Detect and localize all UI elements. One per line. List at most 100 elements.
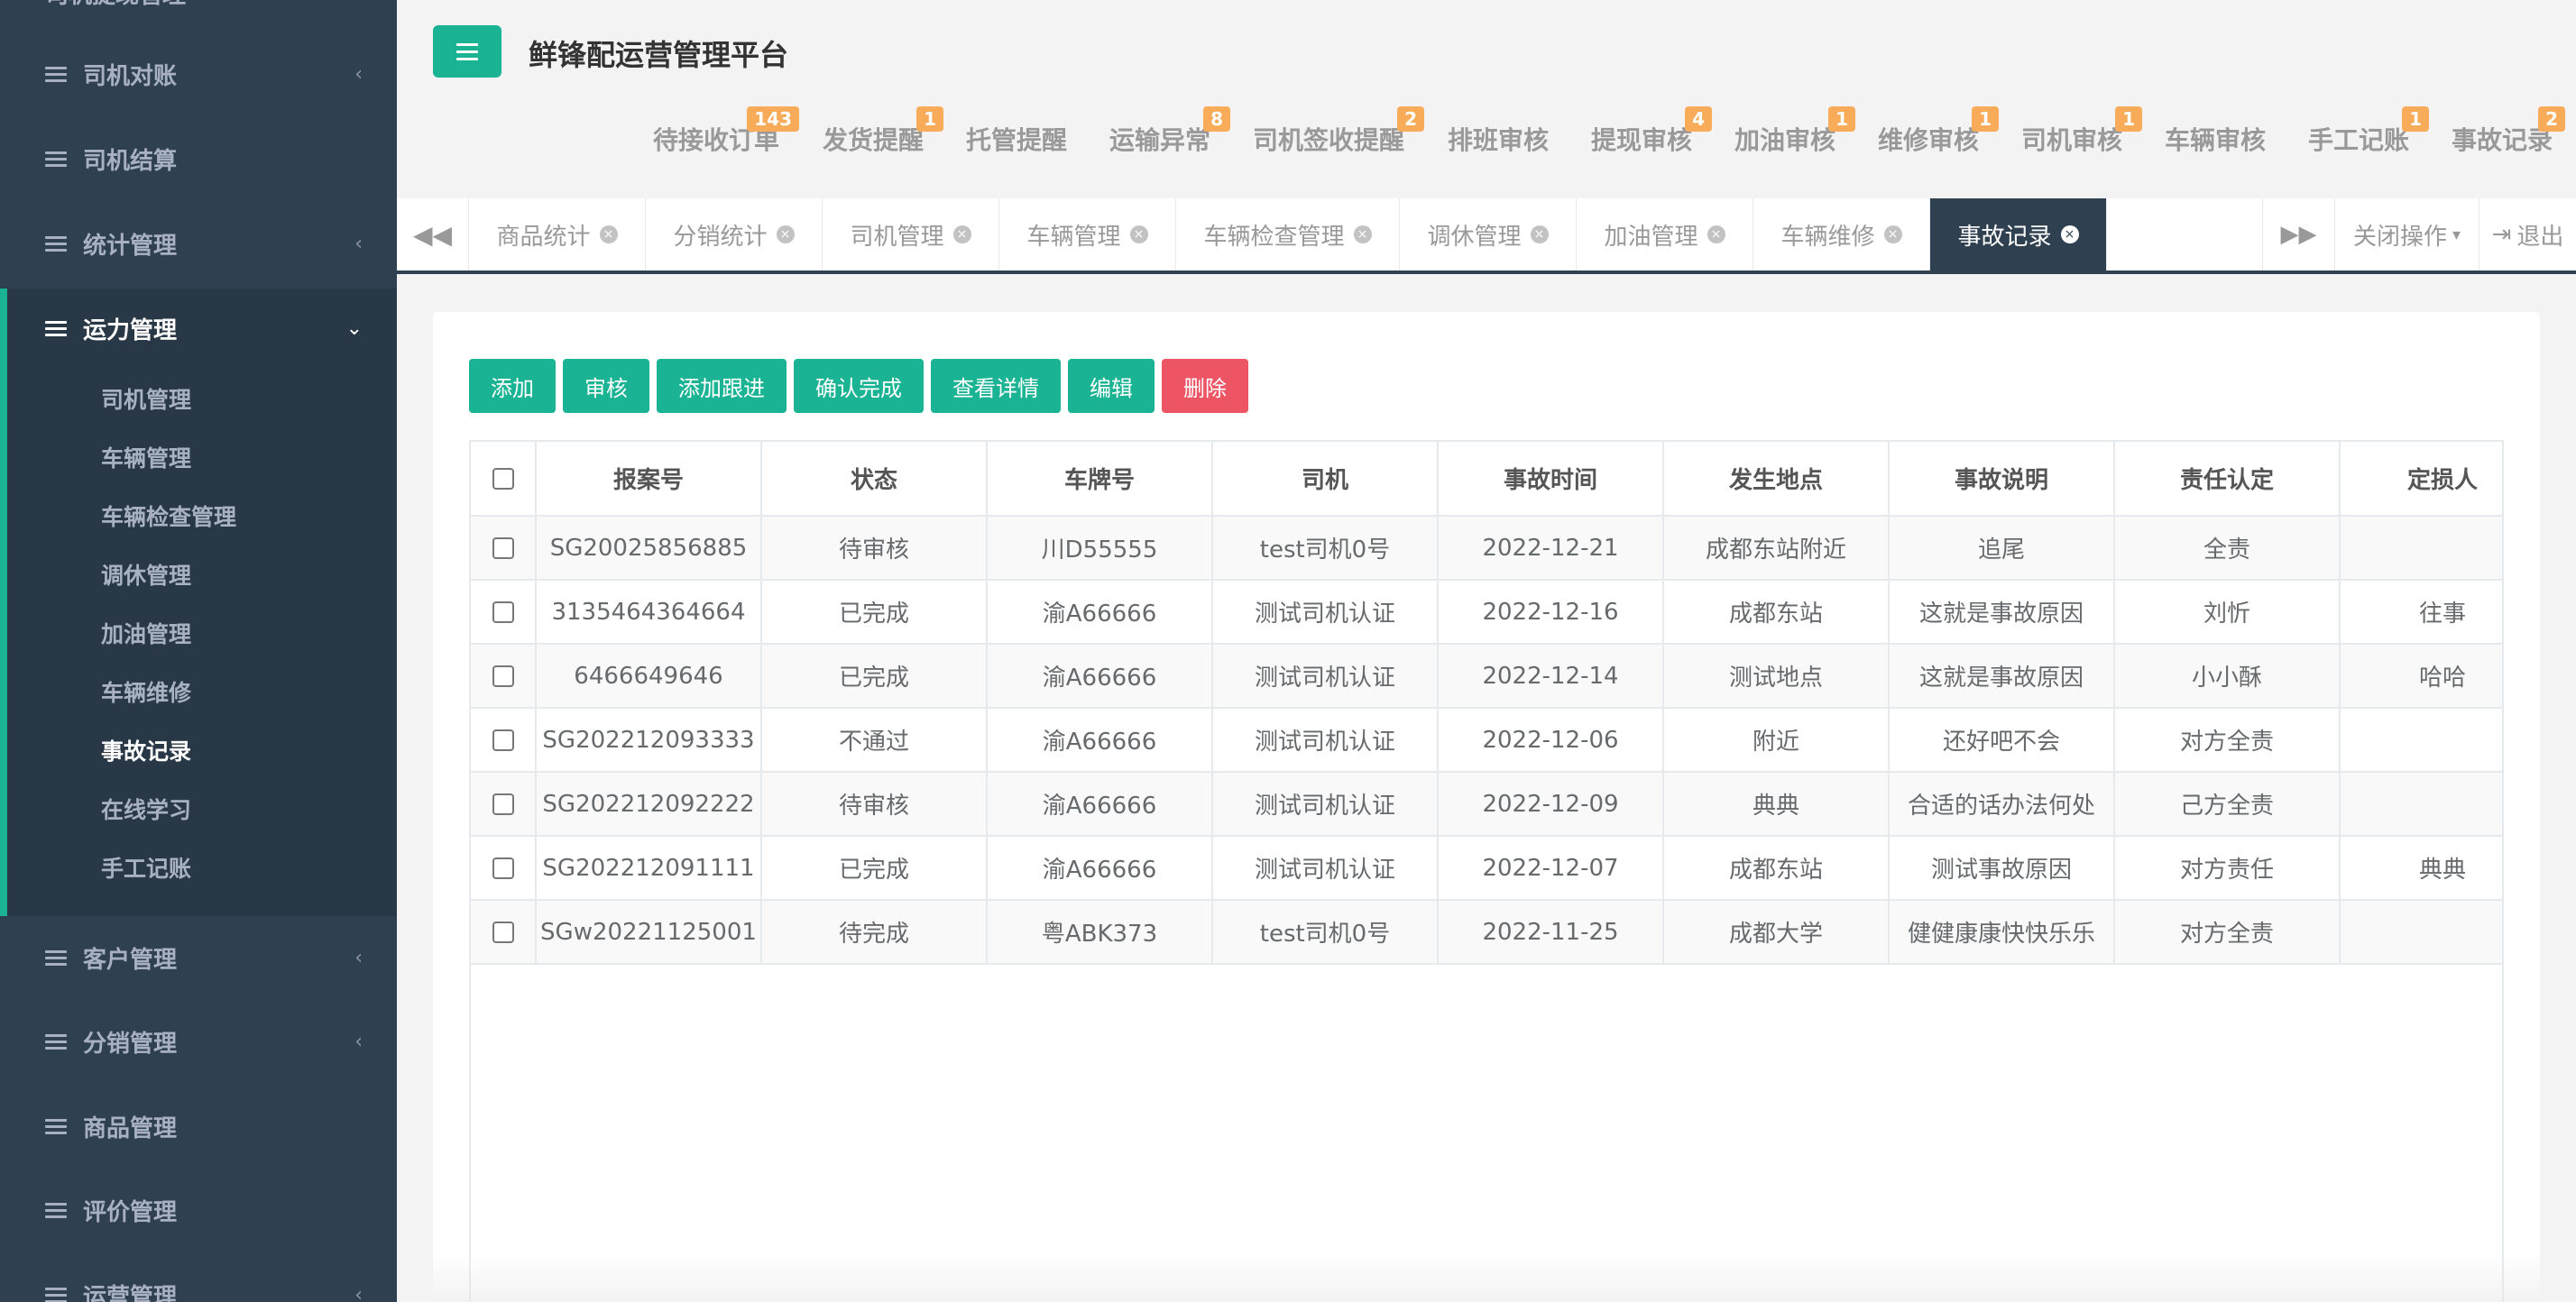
chevron-left-icon: ‹ — [354, 1030, 363, 1053]
select-all-checkbox[interactable] — [492, 468, 514, 490]
column-header[interactable]: 车牌号 — [987, 442, 1213, 517]
row-checkbox[interactable] — [492, 793, 514, 815]
column-header[interactable]: 报案号 — [536, 442, 762, 517]
notify-shipping[interactable]: 发货提醒 1 — [823, 106, 944, 157]
notify-manual-ledger[interactable]: 手工记账 1 — [2308, 106, 2430, 157]
column-header[interactable]: 责任认定 — [2114, 442, 2341, 517]
table-cell: 3135464364664 — [536, 580, 762, 645]
column-header[interactable]: 司机 — [1212, 442, 1439, 517]
notify-vehicle-audit[interactable]: 车辆审核 — [2165, 121, 2266, 157]
sidebar-subitem-learning[interactable]: 在线学习 — [101, 782, 191, 836]
table-row[interactable]: 3135464364664 已完成 渝A66666 测试司机认证 2022-12… — [471, 580, 2502, 645]
notify-transport-exception[interactable]: 运输异常 8 — [1109, 106, 1231, 157]
table-row[interactable]: SG202212091111 已完成 渝A66666 测试司机认证 2022-1… — [471, 836, 2502, 901]
column-header[interactable]: 状态 — [761, 442, 988, 517]
sidebar-subitem-manual-ledger[interactable]: 手工记账 — [101, 840, 191, 894]
column-header[interactable]: 事故说明 — [1889, 442, 2115, 517]
sidebar-toggle-button[interactable] — [433, 25, 501, 78]
row-checkbox[interactable] — [492, 601, 514, 623]
tab-vehicle-management[interactable]: 车辆管理 × — [999, 198, 1176, 270]
close-tab-icon[interactable]: × — [599, 225, 618, 243]
notify-driver-audit[interactable]: 司机审核 1 — [2021, 106, 2143, 157]
close-tab-icon[interactable]: × — [1129, 225, 1148, 243]
sidebar-item-customers[interactable]: 客户管理 ‹ — [0, 921, 397, 994]
column-header[interactable]: 发生地点 — [1663, 442, 1890, 517]
table-row[interactable]: 6466649646 已完成 渝A66666 测试司机认证 2022-12-14… — [471, 644, 2502, 709]
tab-accident-record[interactable]: 事故记录 × — [1930, 198, 2107, 270]
tab-driver-management[interactable]: 司机管理 × — [823, 198, 999, 270]
table-cell: 2022-12-09 — [1438, 772, 1664, 837]
notify-driver-signoff[interactable]: 司机签收提醒 2 — [1253, 106, 1425, 157]
column-header[interactable]: 定损人 — [2340, 442, 2502, 517]
table-cell: 2022-12-16 — [1438, 580, 1664, 645]
sidebar-item-statistics[interactable]: 统计管理 ‹ — [0, 207, 397, 280]
row-checkbox[interactable] — [492, 537, 514, 559]
column-header[interactable]: 事故时间 — [1438, 442, 1664, 517]
row-checkbox[interactable] — [492, 665, 514, 687]
notify-schedule-audit[interactable]: 排班审核 — [1448, 121, 1549, 157]
notify-custody[interactable]: 托管提醒 — [966, 121, 1067, 157]
close-tab-icon[interactable]: × — [1883, 225, 1902, 243]
sidebar-subitem-refuel[interactable]: 加油管理 — [101, 606, 191, 660]
table-row[interactable]: SG202212093333 不通过 渝A66666 测试司机认证 2022-1… — [471, 708, 2502, 773]
caret-down-icon: ▾ — [2452, 225, 2461, 244]
tab-refuel-management[interactable]: 加油管理 × — [1577, 198, 1753, 270]
count-badge: 2 — [2538, 106, 2566, 132]
add-button[interactable]: 添加 — [469, 359, 556, 413]
sidebar-subitem-leave[interactable]: 调休管理 — [101, 547, 191, 601]
count-badge: 1 — [1972, 106, 2000, 132]
logout-button[interactable]: ⇥ 退出 — [2479, 198, 2576, 270]
close-tab-icon[interactable]: × — [776, 225, 795, 243]
tab-distribution-stats[interactable]: 分销统计 × — [646, 198, 823, 270]
table-cell — [2340, 708, 2502, 773]
delete-button[interactable]: 删除 — [1162, 359, 1248, 413]
table-cell: 这就是事故原因 — [1889, 644, 2115, 709]
table-row[interactable]: SG20025856885 待审核 川D55555 test司机0号 2022-… — [471, 516, 2502, 581]
tab-vehicle-repair[interactable]: 车辆维修 × — [1753, 198, 1930, 270]
sidebar-subitem-accident[interactable]: 事故记录 — [101, 723, 191, 777]
close-operations-dropdown[interactable]: 关闭操作 ▾ — [2334, 198, 2479, 270]
tab-vehicle-check[interactable]: 车辆检查管理 × — [1176, 198, 1400, 270]
tab-leave-management[interactable]: 调休管理 × — [1400, 198, 1577, 270]
sidebar-subitem-vehicle-check[interactable]: 车辆检查管理 — [101, 489, 236, 543]
sidebar-item-label: 评价管理 — [83, 1198, 178, 1226]
notify-withdraw-audit[interactable]: 提现审核 4 — [1591, 106, 1713, 157]
sidebar-subitem-repair[interactable]: 车辆维修 — [101, 665, 191, 719]
tab-scroll-left-button[interactable]: ◀◀ — [397, 198, 469, 270]
notify-refuel-audit[interactable]: 加油审核 1 — [1734, 106, 1856, 157]
table-row[interactable]: SGw20221125001 待完成 粤ABK373 test司机0号 2022… — [471, 900, 2502, 965]
sidebar-item-products[interactable]: 商品管理 — [0, 1090, 397, 1162]
tab-scroll-right-button[interactable]: ▶▶ — [2262, 198, 2334, 270]
close-tab-icon[interactable]: × — [1353, 225, 1372, 243]
sidebar-item-reviews[interactable]: 评价管理 — [0, 1174, 397, 1246]
row-checkbox[interactable] — [492, 729, 514, 751]
table-row[interactable]: SG202212092222 待审核 渝A66666 测试司机认证 2022-1… — [471, 772, 2502, 837]
sidebar-subitem-driver[interactable]: 司机管理 — [101, 371, 191, 426]
notify-repair-audit[interactable]: 维修审核 1 — [1878, 106, 2000, 157]
audit-button[interactable]: 审核 — [563, 359, 649, 413]
sidebar-item-partial[interactable]: 司机提现管理 — [45, 0, 186, 10]
view-details-button[interactable]: 查看详情 — [931, 359, 1061, 413]
sidebar-item-operations[interactable]: 运营管理 ‹ — [0, 1259, 397, 1302]
table-cell: 测试司机认证 — [1212, 708, 1439, 773]
sidebar-item-capacity[interactable]: 运力管理 ⌄ — [0, 292, 397, 364]
notify-accident-record[interactable]: 事故记录 2 — [2452, 106, 2566, 157]
confirm-complete-button[interactable]: 确认完成 — [794, 359, 924, 413]
double-chevron-right-icon: ▶▶ — [2280, 221, 2317, 248]
add-followup-button[interactable]: 添加跟进 — [657, 359, 787, 413]
sidebar-item-distribution[interactable]: 分销管理 ‹ — [0, 1005, 397, 1077]
sidebar-subitem-vehicle[interactable]: 车辆管理 — [101, 430, 191, 484]
double-chevron-left-icon: ◀◀ — [412, 219, 453, 250]
edit-button[interactable]: 编辑 — [1068, 359, 1155, 413]
close-tab-icon[interactable]: × — [2060, 225, 2079, 243]
close-tab-icon[interactable]: × — [1530, 225, 1549, 243]
notify-pending-orders[interactable]: 待接收订单 143 — [653, 106, 800, 157]
close-tab-icon[interactable]: × — [1707, 225, 1725, 243]
sidebar-item-driver-reconcile[interactable]: 司机对账 ‹ — [0, 38, 397, 110]
row-checkbox[interactable] — [492, 921, 514, 943]
sidebar-item-driver-settlement[interactable]: 司机结算 — [0, 123, 397, 195]
table-cell: 2022-12-07 — [1438, 836, 1664, 901]
close-tab-icon[interactable]: × — [952, 225, 971, 243]
tab-product-stats[interactable]: 商品统计 × — [469, 198, 646, 270]
row-checkbox[interactable] — [492, 857, 514, 879]
